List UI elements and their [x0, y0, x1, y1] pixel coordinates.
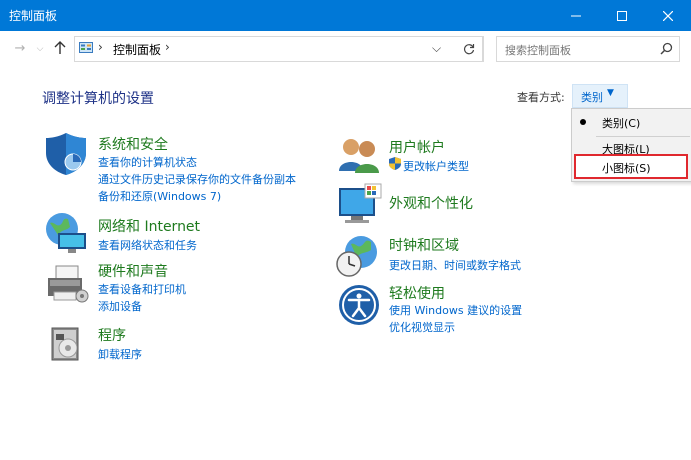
view-by-label: 查看方式:	[517, 91, 565, 104]
shield-icon[interactable]	[43, 131, 89, 177]
category-title[interactable]: 网络和 Internet	[98, 216, 200, 236]
link-date-time-format[interactable]: 更改日期、时间或数字格式	[389, 257, 521, 273]
search-box[interactable]: 搜索控制面板	[496, 36, 680, 62]
navigation-bar: → ⌵ › 控制面板 › ⌵ 搜索控制面板	[0, 31, 691, 67]
users-icon[interactable]	[337, 135, 381, 175]
link-network-status[interactable]: 查看网络状态和任务	[98, 237, 197, 253]
link-change-account-type[interactable]: 更改帐户类型	[403, 158, 469, 174]
appearance-monitor-icon[interactable]	[337, 182, 383, 226]
link-devices-printers[interactable]: 查看设备和打印机	[98, 281, 186, 297]
back-button[interactable]: →	[12, 41, 28, 57]
menu-item-category[interactable]: 类别(C)	[572, 112, 691, 132]
link-windows-recommended[interactable]: 使用 Windows 建议的设置	[389, 302, 522, 318]
clock-globe-icon[interactable]	[335, 234, 381, 278]
minimize-button[interactable]	[553, 0, 599, 31]
title-bar: 控制面板	[0, 0, 691, 31]
category-title[interactable]: 轻松使用	[389, 283, 445, 303]
address-dropdown-icon[interactable]: ⌵	[432, 41, 441, 56]
network-globe-icon[interactable]	[42, 211, 90, 255]
search-placeholder: 搜索控制面板	[505, 44, 571, 57]
refresh-icon	[463, 44, 475, 55]
category-title[interactable]: 系统和安全	[98, 134, 168, 154]
view-by-menu: 类别(C) 大图标(L) 小图标(S)	[571, 108, 691, 182]
category-title[interactable]: 时钟和区域	[389, 235, 459, 255]
category-title[interactable]: 硬件和声音	[98, 261, 168, 281]
programs-icon[interactable]	[48, 324, 84, 364]
selected-bullet-icon	[580, 119, 586, 125]
search-icon[interactable]	[660, 42, 673, 55]
maximize-icon	[617, 10, 627, 21]
view-by-dropdown[interactable]: 类别 ▼	[572, 84, 628, 108]
refresh-button[interactable]	[456, 36, 483, 62]
category-title[interactable]: 程序	[98, 325, 126, 345]
dropdown-arrow-icon[interactable]: ▼	[607, 88, 614, 98]
ease-of-access-icon[interactable]	[337, 283, 381, 327]
category-title[interactable]: 用户帐户	[389, 137, 445, 157]
up-button[interactable]	[52, 41, 68, 57]
category-title[interactable]: 外观和个性化	[389, 193, 473, 213]
control-panel-icon	[79, 42, 93, 53]
uac-shield-icon	[389, 157, 401, 170]
maximize-button[interactable]	[599, 0, 645, 31]
close-button[interactable]	[645, 0, 691, 31]
window-title: 控制面板	[9, 9, 58, 23]
link-backup-restore[interactable]: 备份和还原(Windows 7)	[98, 188, 221, 204]
printer-icon[interactable]	[44, 262, 90, 306]
link-file-history[interactable]: 通过文件历史记录保存你的文件备份副本	[98, 171, 296, 187]
minimize-icon	[571, 15, 581, 16]
menu-divider	[596, 136, 690, 137]
breadcrumb-control-panel[interactable]: 控制面板	[113, 41, 161, 58]
menu-item-small-icons[interactable]: 小图标(S)	[572, 157, 691, 177]
link-optimize-visual[interactable]: 优化视觉显示	[389, 319, 455, 335]
history-dropdown-icon[interactable]: ⌵	[32, 41, 48, 57]
close-icon	[663, 10, 673, 21]
link-add-device[interactable]: 添加设备	[98, 298, 142, 314]
link-uninstall-program[interactable]: 卸载程序	[98, 346, 142, 362]
link-view-status[interactable]: 查看你的计算机状态	[98, 154, 197, 170]
breadcrumb-separator[interactable]: ›	[165, 40, 170, 54]
up-arrow-icon	[54, 41, 66, 54]
view-by-current[interactable]: 类别	[581, 89, 603, 105]
breadcrumb-separator: ›	[98, 40, 103, 54]
address-bar[interactable]: › 控制面板 › ⌵	[74, 36, 484, 62]
page-heading: 调整计算机的设置	[42, 91, 154, 107]
